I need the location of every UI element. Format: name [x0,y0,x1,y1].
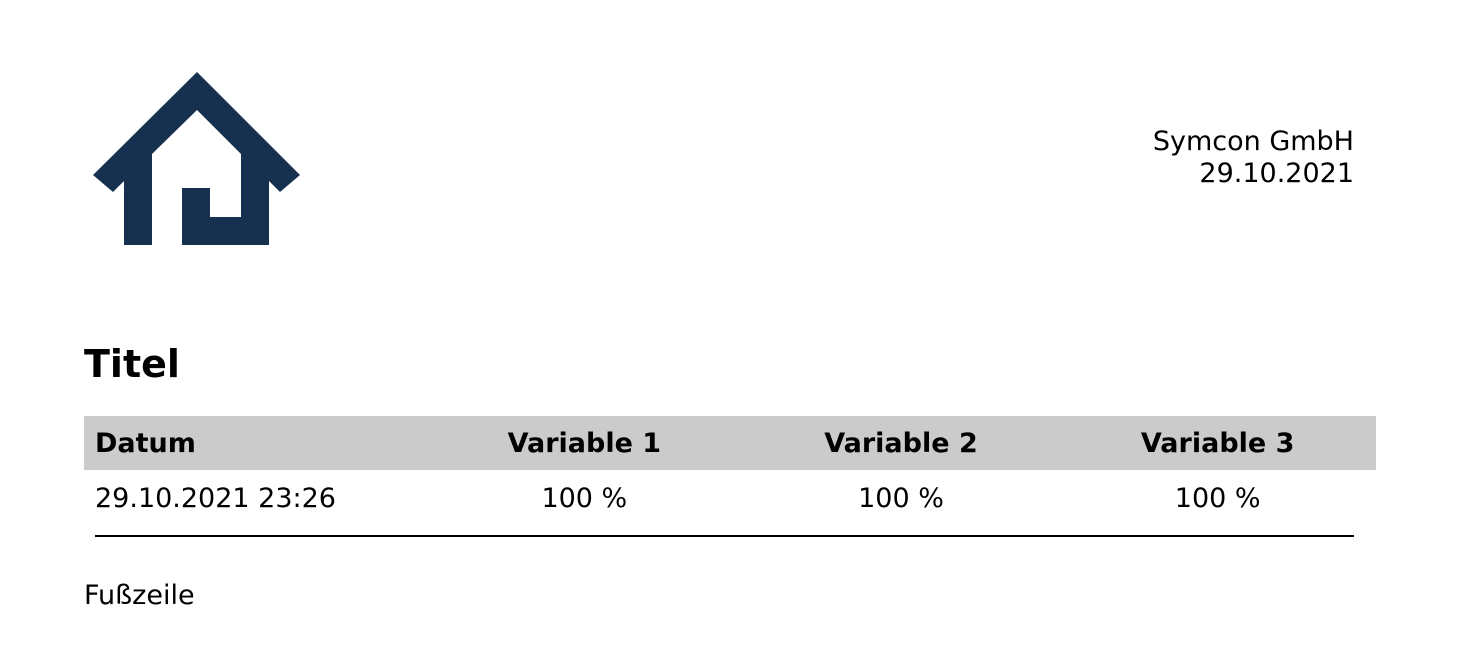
cell-variable-2: 100 % [858,482,944,514]
column-header-variable-2: Variable 2 [742,416,1060,470]
sender-block: Symcon GmbH 29.10.2021 [1153,126,1354,190]
column-header-date: Datum [84,416,426,470]
report-title: Titel [84,342,180,386]
cell-date: 29.10.2021 23:26 [95,482,336,514]
footer-text: Fußzeile [84,580,195,611]
table-bottom-rule [95,535,1354,537]
column-header-variable-1: Variable 1 [426,416,743,470]
cell-variable-3: 100 % [1174,482,1261,514]
column-header-variable-3: Variable 3 [1059,416,1376,470]
table-row: 29.10.2021 23:26 100 % 100 % 100 % [84,470,1376,526]
cell-variable-1: 100 % [541,482,628,514]
company-name: Symcon GmbH [1152,126,1354,157]
report-table: Datum Variable 1 Variable 2 Variable 3 2… [84,416,1376,526]
house-logo-icon [93,72,300,245]
document-date: 29.10.2021 [1199,158,1354,189]
table-header-row: Datum Variable 1 Variable 2 Variable 3 [84,416,1376,470]
